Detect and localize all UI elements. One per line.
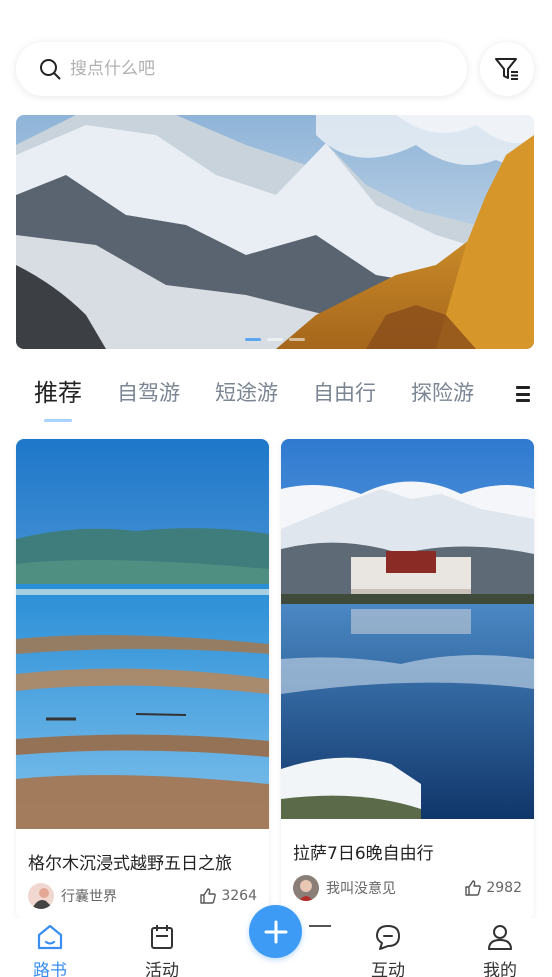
banner-dot[interactable] bbox=[267, 338, 283, 341]
like-count[interactable]: 3264 bbox=[199, 887, 257, 905]
search-input[interactable] bbox=[70, 59, 410, 79]
search-icon bbox=[40, 59, 61, 80]
thumbs-up-icon bbox=[465, 880, 482, 896]
card-author[interactable]: 我叫没意见 bbox=[293, 875, 396, 901]
calendar-icon bbox=[151, 925, 173, 949]
banner-indicator bbox=[16, 338, 534, 341]
user-icon bbox=[488, 925, 512, 950]
nav-item-mine[interactable]: 我的 bbox=[460, 918, 540, 977]
like-count-text: 2982 bbox=[486, 880, 522, 896]
nav-item-routebook[interactable]: 路书 bbox=[10, 918, 90, 977]
filter-icon bbox=[495, 58, 518, 80]
banner-carousel[interactable] bbox=[16, 115, 534, 349]
home-icon bbox=[37, 924, 63, 950]
chat-icon bbox=[376, 925, 400, 950]
add-button[interactable] bbox=[249, 905, 302, 958]
author-name: 行囊世界 bbox=[61, 889, 117, 905]
tab-short-trip[interactable]: 短途游 bbox=[215, 368, 278, 418]
card-image bbox=[281, 439, 534, 819]
nav-item-interact[interactable]: 互动 bbox=[348, 918, 428, 977]
card-title[interactable]: 拉萨7日6晚自由行 bbox=[293, 839, 434, 864]
like-count-text: 3264 bbox=[221, 888, 257, 904]
tab-adventure[interactable]: 探险游 bbox=[411, 368, 474, 418]
card-title[interactable]: 格尔木沉浸式越野五日之旅 bbox=[28, 849, 232, 874]
route-card[interactable]: 拉萨7日6晚自由行 我叫没意见 2982 bbox=[281, 439, 534, 919]
like-count[interactable]: 2982 bbox=[464, 879, 522, 897]
nav-label: 路书 bbox=[33, 961, 67, 977]
banner-dot[interactable] bbox=[245, 338, 261, 341]
card-author[interactable]: 行囊世界 bbox=[28, 883, 117, 909]
banner-dot[interactable] bbox=[289, 338, 305, 341]
plus-icon bbox=[264, 920, 287, 943]
tab-recommend[interactable]: 推荐 bbox=[34, 368, 82, 418]
app-screen: 推荐 自驾游 短途游 自由行 探险游 bbox=[0, 0, 552, 977]
thumbs-up-icon bbox=[200, 888, 217, 904]
author-name: 我叫没意见 bbox=[326, 881, 396, 897]
tabs-menu-icon[interactable] bbox=[516, 386, 530, 402]
category-tabs: 推荐 自驾游 短途游 自由行 探险游 bbox=[16, 368, 552, 422]
filter-button[interactable] bbox=[480, 42, 534, 96]
tab-self-drive[interactable]: 自驾游 bbox=[117, 368, 180, 418]
nav-item-activity[interactable]: 活动 bbox=[122, 918, 202, 977]
tab-free-travel[interactable]: 自由行 bbox=[313, 368, 376, 418]
search-bar[interactable] bbox=[16, 42, 467, 96]
card-image bbox=[16, 439, 269, 829]
nav-label: 互动 bbox=[371, 961, 405, 977]
avatar bbox=[293, 875, 319, 901]
nav-label: 我的 bbox=[483, 961, 517, 977]
banner-image bbox=[16, 115, 534, 349]
route-card[interactable]: 格尔木沉浸式越野五日之旅 行囊世界 3264 bbox=[16, 439, 269, 919]
avatar bbox=[28, 883, 54, 909]
minimize-icon[interactable] bbox=[309, 925, 331, 927]
nav-label: 活动 bbox=[145, 961, 179, 977]
